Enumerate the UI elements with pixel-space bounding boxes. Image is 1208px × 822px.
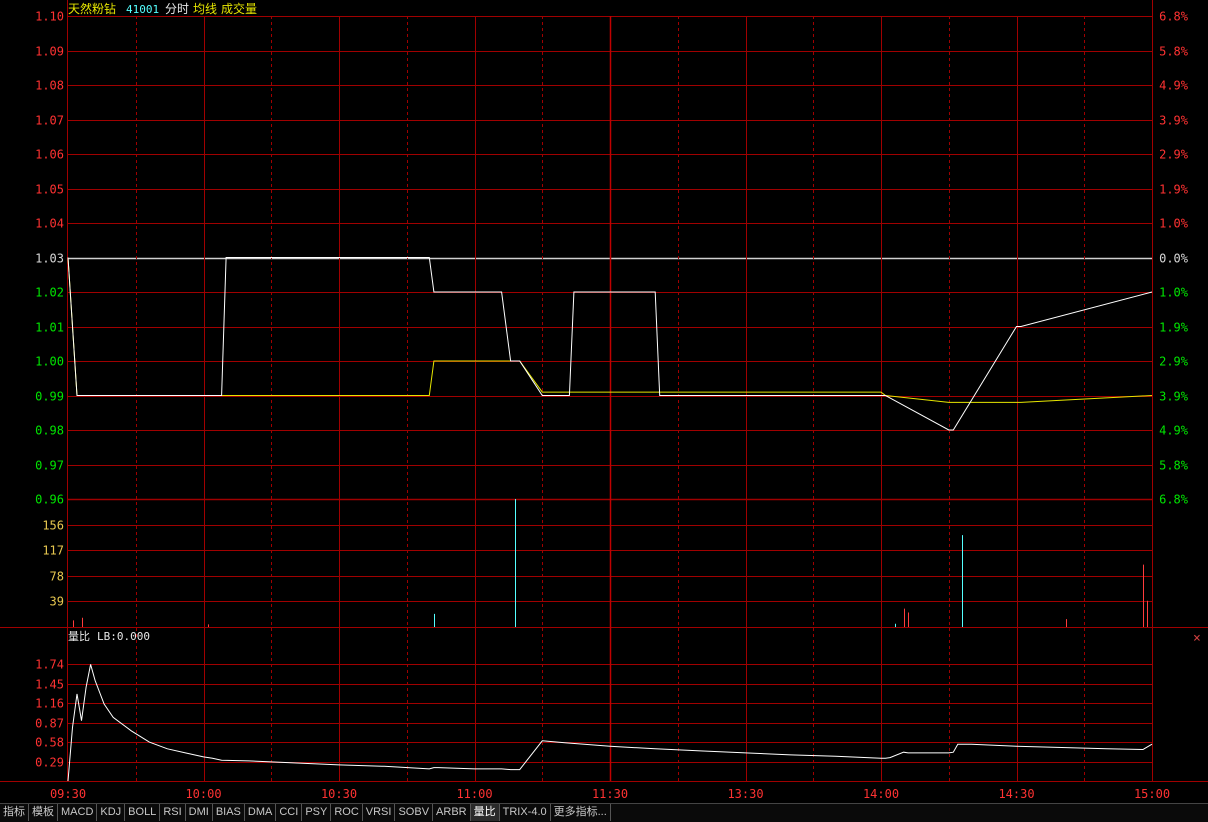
ratio-tick-label: 1.16 bbox=[35, 697, 64, 711]
price-tick-label: 1.01 bbox=[35, 321, 64, 335]
price-tick-label: 1.03 bbox=[35, 252, 64, 266]
price-tick-label: 1.10 bbox=[35, 10, 64, 24]
volume-tick-label: 39 bbox=[50, 595, 64, 609]
price-tick-label: 0.96 bbox=[35, 493, 64, 507]
tab-psy[interactable]: PSY bbox=[302, 804, 332, 821]
price-tick-label: 1.00 bbox=[35, 355, 64, 369]
percent-tick-label: 5.8% bbox=[1159, 45, 1189, 59]
volume-ratio-axis: 1.74 1.45 1.16 0.87 0.58 0.29 bbox=[35, 658, 64, 770]
percent-tick-label: 1.0% bbox=[1159, 286, 1189, 300]
volume-axis: 156 117 78 39 bbox=[42, 519, 64, 609]
intraday-chart[interactable]: 1.10 1.09 1.08 1.07 1.06 1.05 1.04 1.03 1.02 1.01… bbox=[0, 0, 1208, 803]
ratio-tick-label: 0.58 bbox=[35, 736, 64, 750]
percent-axis-right: 6.8% 5.8% 4.9% 3.9% 2.9% 1.9% 1.0% 0.0% 1.0% 1.9%… bbox=[1159, 10, 1189, 507]
header-average-line-label: 均线 bbox=[193, 2, 217, 16]
time-tick-label: 14:00 bbox=[863, 787, 899, 801]
time-axis: 09:30 10:00 10:30 11:00 11:30 13:30 14:00 14:30… bbox=[50, 787, 1170, 801]
ratio-panel-title: 量比 bbox=[68, 630, 90, 643]
percent-tick-label: 5.8% bbox=[1159, 459, 1189, 473]
percent-tick-label: 3.9% bbox=[1159, 390, 1189, 404]
percent-tick-label: 2.9% bbox=[1159, 355, 1189, 369]
time-tick-label: 11:00 bbox=[456, 787, 492, 801]
header-volume-label: 成交量 bbox=[221, 1, 257, 16]
tab-arbr[interactable]: ARBR bbox=[433, 804, 471, 821]
time-tick-label: 15:00 bbox=[1134, 787, 1170, 801]
time-tick-label: 09:30 bbox=[50, 787, 86, 801]
percent-tick-label: 6.8% bbox=[1159, 10, 1189, 24]
price-tick-label: 0.99 bbox=[35, 390, 64, 404]
tab-vrsi[interactable]: VRSI bbox=[363, 804, 396, 821]
ratio-tick-label: 1.74 bbox=[35, 658, 64, 672]
price-tick-label: 1.07 bbox=[35, 114, 64, 128]
percent-tick-label: 2.9% bbox=[1159, 148, 1189, 162]
tab-dmi[interactable]: DMI bbox=[186, 804, 213, 821]
percent-tick-label: 4.9% bbox=[1159, 424, 1189, 438]
tab-量比[interactable]: 量比 bbox=[470, 804, 500, 821]
tab-cci[interactable]: CCI bbox=[276, 804, 303, 821]
time-tick-label: 13:30 bbox=[727, 787, 763, 801]
volume-tick-label: 156 bbox=[42, 519, 64, 533]
volume-tick-label: 78 bbox=[50, 570, 64, 584]
price-tick-label: 0.97 bbox=[35, 459, 64, 473]
percent-tick-label: 3.9% bbox=[1159, 114, 1189, 128]
header-mode: 分时 bbox=[165, 2, 189, 16]
tab-rsi[interactable]: RSI bbox=[160, 804, 186, 821]
time-gridlines bbox=[136, 16, 1085, 781]
tab-模板[interactable]: 模板 bbox=[29, 804, 58, 821]
chart-grid bbox=[0, 0, 1208, 782]
ratio-tick-label: 0.87 bbox=[35, 717, 64, 731]
tab-bias[interactable]: BIAS bbox=[213, 804, 245, 821]
price-tick-label: 1.04 bbox=[35, 217, 64, 231]
time-tick-label: 14:30 bbox=[998, 787, 1034, 801]
price-tick-label: 1.05 bbox=[35, 183, 64, 197]
tab-sobv[interactable]: SOBV bbox=[395, 804, 434, 821]
ratio-tick-label: 1.45 bbox=[35, 678, 64, 692]
tab-boll[interactable]: BOLL bbox=[125, 804, 161, 821]
tab-指标[interactable]: 指标 bbox=[0, 804, 29, 821]
percent-tick-label: 0.0% bbox=[1159, 252, 1189, 266]
tab-roc[interactable]: ROC bbox=[331, 804, 363, 821]
percent-tick-label: 4.9% bbox=[1159, 79, 1189, 93]
ratio-indicator-label: LB:0.000 bbox=[97, 630, 150, 643]
percent-tick-label: 1.9% bbox=[1159, 321, 1189, 335]
percent-tick-label: 1.9% bbox=[1159, 183, 1189, 197]
tab-kdj[interactable]: KDJ bbox=[97, 804, 126, 821]
price-tick-label: 1.06 bbox=[35, 148, 64, 162]
price-tick-label: 1.09 bbox=[35, 45, 64, 59]
tab-dma[interactable]: DMA bbox=[245, 804, 277, 821]
price-tick-label: 1.02 bbox=[35, 286, 64, 300]
tab-trix-4-0[interactable]: TRIX-4.0 bbox=[500, 804, 551, 821]
indicator-tab-bar: 指标 模板 MACD KDJ BOLL RSI DMI BIAS DMA CCI PSY ROC VRS… bbox=[0, 803, 1208, 822]
time-tick-label: 10:00 bbox=[185, 787, 221, 801]
percent-tick-label: 6.8% bbox=[1159, 493, 1189, 507]
time-tick-label: 11:30 bbox=[592, 787, 628, 801]
price-tick-label: 1.08 bbox=[35, 79, 64, 93]
volume-tick-label: 117 bbox=[42, 544, 64, 558]
tab-更多指标-[interactable]: 更多指标... bbox=[551, 804, 611, 821]
close-indicator-icon[interactable]: × bbox=[1193, 631, 1201, 646]
price-tick-label: 0.98 bbox=[35, 424, 64, 438]
header-stock-name: 天然粉钻 bbox=[68, 1, 116, 16]
time-tick-label: 10:30 bbox=[321, 787, 357, 801]
header-stock-code: 41001 bbox=[126, 3, 159, 16]
tab-macd[interactable]: MACD bbox=[58, 804, 98, 821]
ratio-tick-label: 0.29 bbox=[35, 756, 64, 770]
price-axis-left: 1.10 1.09 1.08 1.07 1.06 1.05 1.04 1.03 1.02 1.01… bbox=[35, 10, 64, 507]
percent-tick-label: 1.0% bbox=[1159, 217, 1189, 231]
